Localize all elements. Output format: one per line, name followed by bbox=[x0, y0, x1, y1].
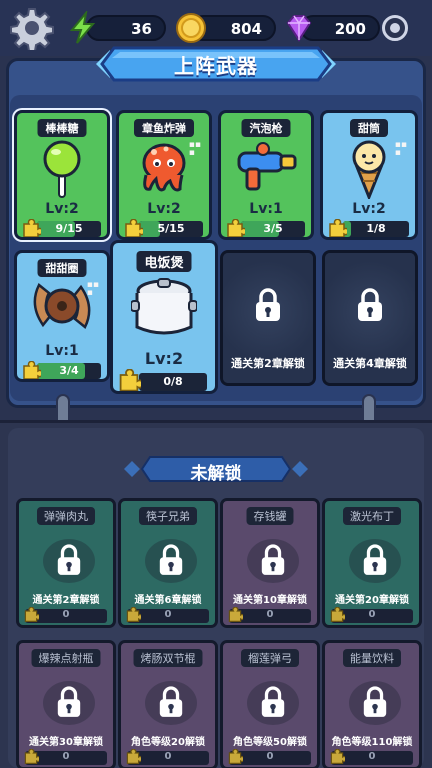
locked-weapon-name: 烤肠双节棍 bbox=[133, 649, 203, 667]
unlock-requirement: 角色等级50解锁 bbox=[233, 737, 307, 748]
weapon-progress: 1/8 bbox=[343, 221, 409, 237]
lightning-icon bbox=[69, 11, 96, 44]
locked-weapon-name: 弹弹肉丸 bbox=[37, 507, 95, 525]
weapon-name: 甜筒 bbox=[350, 119, 388, 137]
weapon-card-rice-cooker[interactable]: 电饭煲 Lv:2 0/8 bbox=[110, 240, 218, 394]
unlock-requirement: 通关第30章解锁 bbox=[29, 737, 103, 748]
lock-icon bbox=[358, 288, 382, 321]
locked-weapon-card[interactable]: 筷子兄弟 通关第6章解锁 0 bbox=[118, 498, 218, 628]
puzzle-icon bbox=[228, 749, 243, 764]
weapon-progress: 0/8 bbox=[139, 373, 207, 391]
locked-weapon-card[interactable]: 能量饮料 角色等级110解锁 0 bbox=[322, 640, 422, 768]
energy-value: 36 bbox=[131, 20, 152, 38]
bubble-gun-icon bbox=[237, 142, 297, 191]
progress-text: 1/8 bbox=[366, 222, 386, 235]
weapon-progress: 9/15 bbox=[37, 221, 101, 237]
locked-weapon-card[interactable]: 烤肠双节棍 角色等级20解锁 0 bbox=[118, 640, 218, 768]
weapon-name: 棒棒糖 bbox=[37, 119, 87, 137]
gem-icon bbox=[286, 15, 312, 42]
weapon-level: Lv:1 bbox=[249, 201, 283, 217]
weapon-name: 章鱼炸弹 bbox=[134, 119, 194, 137]
locked-weapon-name: 爆辣点射瓶 bbox=[31, 649, 101, 667]
weapon-card-donut[interactable]: 甜甜圈 ▪▪ ▪ Lv:1 3/4 bbox=[14, 250, 110, 382]
puzzle-icon bbox=[330, 607, 345, 622]
lock-icon bbox=[261, 686, 285, 717]
locked-weapon-name: 激光布丁 bbox=[343, 507, 401, 525]
progress-text: 3/4 bbox=[59, 364, 79, 377]
lock-icon bbox=[57, 544, 81, 575]
gem-value: 200 bbox=[334, 20, 366, 38]
unlock-requirement: 角色等级110解锁 bbox=[331, 737, 413, 748]
puzzle-icon bbox=[119, 369, 141, 391]
dots-icon: ▪▪ ▪ bbox=[394, 140, 407, 158]
puzzle-icon bbox=[24, 607, 39, 622]
locked-weapon-name: 榴莲弹弓 bbox=[241, 649, 299, 667]
puzzle-icon bbox=[227, 219, 245, 237]
ice-cream-icon bbox=[352, 140, 386, 199]
weapon-card-lollipop[interactable]: 棒棒糖 Lv:2 9/15 bbox=[14, 110, 110, 240]
gear-icon[interactable] bbox=[10, 6, 54, 50]
weapon-card-octopus-bomb[interactable]: 章鱼炸弹 ▪▪ ▪ Lv:2 5/15 bbox=[116, 110, 212, 240]
progress-text: 5/15 bbox=[157, 222, 185, 235]
lock-icon bbox=[261, 544, 285, 575]
weapon-level: Lv:2 bbox=[147, 201, 181, 217]
weapon-card-ice-cream[interactable]: 甜筒 ▪▪ ▪ Lv:2 1/8 bbox=[320, 110, 418, 240]
puzzle-icon bbox=[23, 361, 41, 379]
unlock-requirement: 通关第6章解锁 bbox=[134, 595, 202, 606]
weapon-name: 汽泡枪 bbox=[241, 119, 291, 137]
weapon-level: Lv:2 bbox=[144, 349, 184, 368]
lock-icon bbox=[57, 686, 81, 717]
locked-weapon-name: 能量饮料 bbox=[343, 649, 401, 667]
puzzle-icon bbox=[228, 607, 243, 622]
unlock-requirement: 通关第4章解锁 bbox=[333, 357, 407, 370]
locked-weapon-name: 存钱罐 bbox=[246, 507, 294, 525]
weapon-progress: 3/5 bbox=[241, 221, 305, 237]
weapon-level: Lv:2 bbox=[45, 201, 79, 217]
puzzle-icon bbox=[330, 749, 345, 764]
locked-weapon-card[interactable]: 弹弹肉丸 通关第2章解锁 0 bbox=[16, 498, 116, 628]
puzzle-icon bbox=[23, 219, 41, 237]
locked-weapon-card[interactable]: 榴莲弹弓 角色等级50解锁 0 bbox=[220, 640, 320, 768]
puzzle-icon bbox=[126, 607, 141, 622]
lock-icon bbox=[159, 544, 183, 575]
lollipop-icon bbox=[43, 140, 81, 198]
locked-weapon-card[interactable]: 激光布丁 通关第20章解锁 0 bbox=[322, 498, 422, 628]
progress-text: 3/5 bbox=[263, 222, 283, 235]
lock-icon bbox=[363, 544, 387, 575]
locked-slot-1[interactable]: 通关第2章解锁 bbox=[220, 250, 316, 386]
unlock-requirement: 通关第10章解锁 bbox=[233, 595, 307, 606]
locked-slot-2[interactable]: 通关第4章解锁 bbox=[322, 250, 418, 386]
unlock-requirement: 通关第20章解锁 bbox=[335, 595, 409, 606]
weapon-level: Lv:2 bbox=[352, 201, 386, 217]
locked-weapon-card[interactable]: 爆辣点射瓶 通关第30章解锁 0 bbox=[16, 640, 116, 768]
locked-section-title: 未解锁 bbox=[190, 464, 242, 484]
progress-text: 9/15 bbox=[55, 222, 83, 235]
progress-text: 0/8 bbox=[163, 375, 183, 388]
locked-weapon-name: 筷子兄弟 bbox=[139, 507, 197, 525]
equipped-title: 上阵武器 bbox=[174, 54, 258, 78]
puzzle-icon bbox=[125, 219, 143, 237]
puzzle-icon bbox=[329, 219, 347, 237]
weapon-level: Lv:1 bbox=[45, 343, 79, 359]
weapon-progress: 5/15 bbox=[139, 221, 203, 237]
weapon-card-bubble-gun[interactable]: 汽泡枪 Lv:1 3/5 bbox=[218, 110, 314, 240]
octopus-bomb-icon bbox=[142, 143, 186, 192]
target-icon[interactable] bbox=[382, 15, 408, 41]
weapon-progress: 3/4 bbox=[37, 363, 101, 379]
unlock-requirement: 角色等级20解锁 bbox=[131, 737, 205, 748]
locked-weapon-card[interactable]: 存钱罐 通关第10章解锁 0 bbox=[220, 498, 320, 628]
lock-icon bbox=[159, 686, 183, 717]
coin-icon bbox=[176, 13, 206, 43]
weapon-name: 电饭煲 bbox=[136, 251, 192, 272]
coin-value: 804 bbox=[230, 20, 262, 38]
rice-cooker-icon bbox=[131, 278, 197, 335]
lock-icon bbox=[256, 288, 280, 321]
lock-icon bbox=[363, 686, 387, 717]
puzzle-icon bbox=[24, 749, 39, 764]
unlock-requirement: 通关第2章解锁 bbox=[32, 595, 100, 606]
puzzle-icon bbox=[126, 749, 141, 764]
unlock-requirement: 通关第2章解锁 bbox=[231, 357, 305, 370]
donut-icon bbox=[33, 283, 91, 329]
